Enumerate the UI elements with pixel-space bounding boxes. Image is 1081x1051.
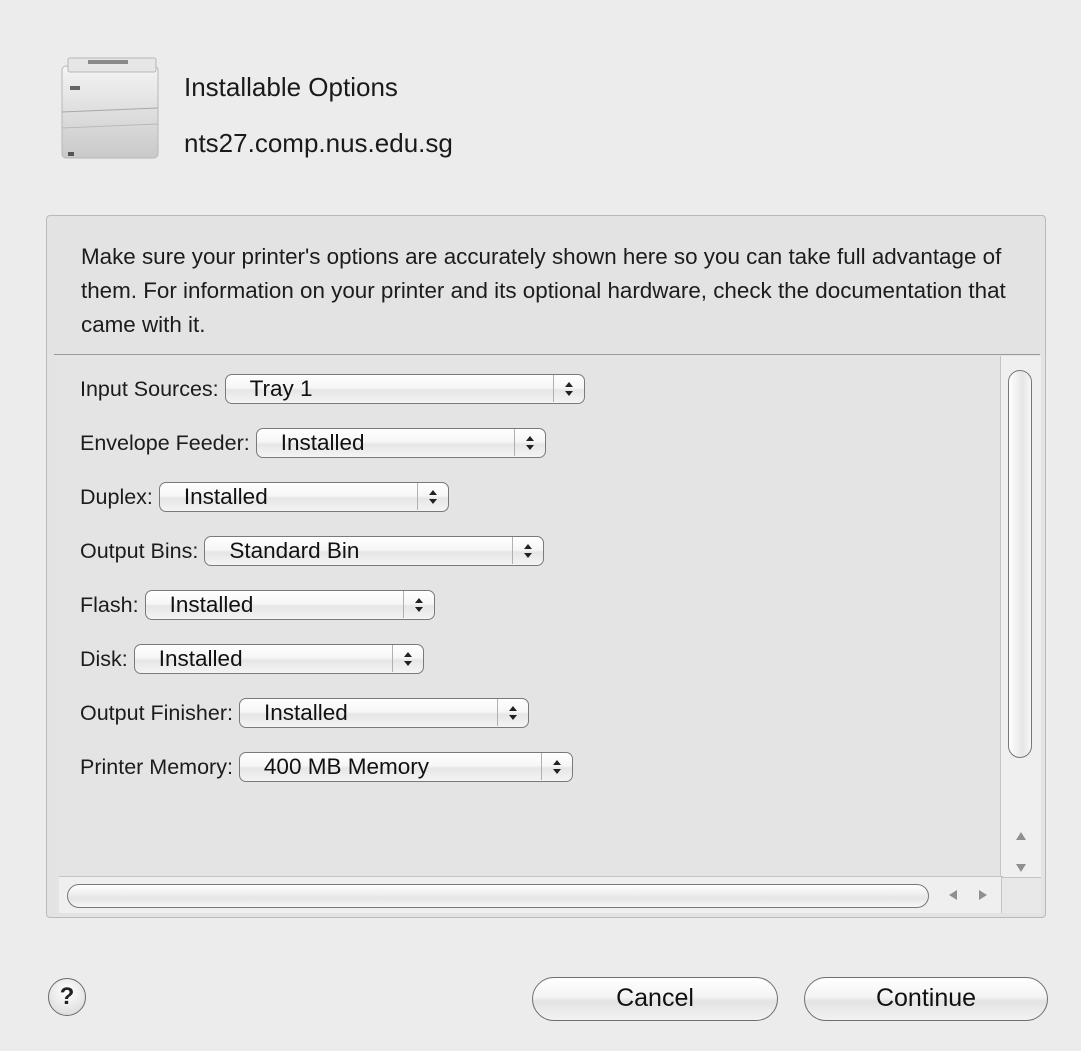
updown-arrows-icon bbox=[552, 375, 584, 402]
option-row-output-bins: Output Bins: Standard Bin bbox=[80, 531, 545, 571]
disk-popup[interactable]: Installed bbox=[133, 644, 424, 674]
updown-arrows-icon bbox=[513, 429, 545, 456]
option-row-printer-memory: Printer Memory: 400 MB Memory bbox=[80, 747, 573, 787]
option-row-input-sources: Input Sources: Tray 1 bbox=[80, 369, 585, 409]
popup-value: Installed bbox=[158, 646, 243, 671]
envelope-feeder-popup[interactable]: Installed bbox=[255, 428, 546, 458]
option-label: Disk: bbox=[80, 646, 128, 671]
option-label: Input Sources: bbox=[80, 376, 219, 401]
scroll-corner bbox=[1001, 877, 1041, 913]
updown-arrows-icon bbox=[540, 753, 572, 780]
help-button[interactable]: ? bbox=[48, 978, 86, 1016]
option-label: Output Finisher: bbox=[80, 700, 233, 725]
scroll-right-arrow-icon[interactable] bbox=[969, 881, 997, 909]
scroll-left-arrow-icon[interactable] bbox=[939, 881, 967, 909]
output-finisher-popup[interactable]: Installed bbox=[238, 698, 529, 728]
duplex-popup[interactable]: Installed bbox=[158, 482, 449, 512]
option-label: Duplex: bbox=[80, 484, 153, 509]
horizontal-scroll-thumb[interactable] bbox=[67, 884, 929, 908]
horizontal-scrollbar[interactable] bbox=[59, 876, 1003, 913]
input-sources-popup[interactable]: Tray 1 bbox=[224, 374, 585, 404]
dialog-title: Installable Options bbox=[184, 72, 398, 102]
option-row-flash: Flash: Installed bbox=[80, 585, 435, 625]
vertical-scroll-thumb[interactable] bbox=[1008, 370, 1032, 758]
popup-value: Standard Bin bbox=[229, 538, 360, 563]
printer-memory-popup[interactable]: 400 MB Memory bbox=[238, 752, 573, 782]
option-row-envelope-feeder: Envelope Feeder: Installed bbox=[80, 423, 546, 463]
printer-icon bbox=[61, 57, 159, 159]
popup-value: Installed bbox=[169, 592, 254, 617]
popup-value: Installed bbox=[183, 484, 268, 509]
option-label: Printer Memory: bbox=[80, 754, 233, 779]
option-row-duplex: Duplex: Installed bbox=[80, 477, 449, 517]
updown-arrows-icon bbox=[402, 591, 434, 618]
cancel-button[interactable]: Cancel bbox=[532, 977, 778, 1021]
options-panel: Make sure your printer's options are acc… bbox=[46, 215, 1046, 918]
popup-value: Tray 1 bbox=[249, 376, 313, 401]
scroll-up-arrow-icon[interactable] bbox=[1001, 822, 1041, 850]
description-text: Make sure your printer's options are acc… bbox=[81, 244, 1006, 337]
popup-value: Installed bbox=[263, 700, 348, 725]
vertical-scrollbar[interactable] bbox=[1000, 356, 1041, 892]
updown-arrows-icon bbox=[512, 537, 543, 564]
printer-hostname: nts27.comp.nus.edu.sg bbox=[184, 128, 453, 158]
updown-arrows-icon bbox=[416, 483, 448, 510]
installable-options-dialog: Installable Options nts27.comp.nus.edu.s… bbox=[0, 0, 1081, 1051]
continue-button[interactable]: Continue bbox=[804, 977, 1048, 1021]
options-scroll-view: Input Sources: Tray 1 Envelope Feeder: I… bbox=[54, 354, 1040, 910]
option-label: Output Bins: bbox=[80, 538, 199, 563]
option-label: Envelope Feeder: bbox=[80, 430, 250, 455]
flash-popup[interactable]: Installed bbox=[144, 590, 435, 620]
option-label: Flash: bbox=[80, 592, 139, 617]
updown-arrows-icon bbox=[496, 699, 528, 726]
updown-arrows-icon bbox=[391, 645, 423, 672]
popup-value: Installed bbox=[280, 430, 365, 455]
popup-value: 400 MB Memory bbox=[263, 754, 429, 779]
option-row-disk: Disk: Installed bbox=[80, 639, 424, 679]
option-row-output-finisher: Output Finisher: Installed bbox=[80, 693, 529, 733]
output-bins-popup[interactable]: Standard Bin bbox=[204, 536, 545, 566]
